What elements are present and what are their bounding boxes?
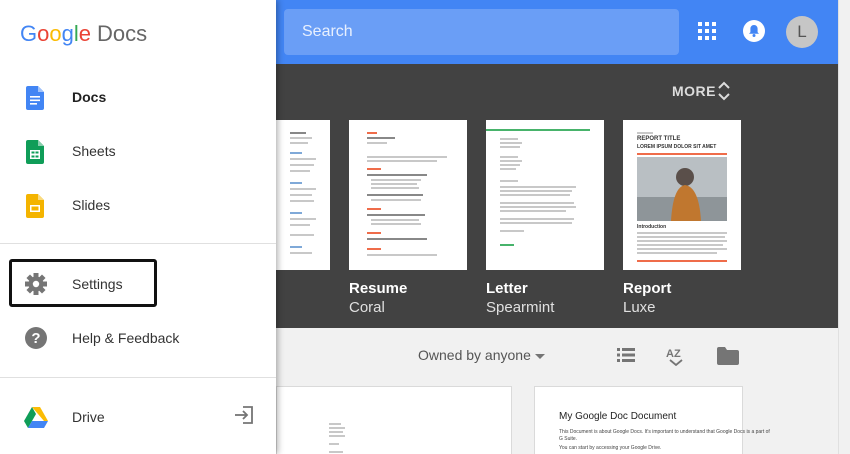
template-name-report[interactable]: Report [623,280,671,297]
sheets-icon [26,140,44,164]
report-section-heading: Introduction [637,224,667,230]
document-text-line: This Document is about Google Docs. It's… [559,429,770,435]
template-style-letter: Spearmint [486,299,555,316]
search-input[interactable]: Search [284,9,679,55]
owner-filter-dropdown[interactable]: Owned by anyone [418,347,531,363]
template-thumbnail-letter[interactable] [486,120,604,270]
report-photo-image [637,157,727,221]
settings-highlight-box [9,259,157,307]
vertical-scrollbar[interactable] [838,0,850,454]
apps-grid-icon[interactable] [698,22,716,40]
avatar[interactable]: L [786,16,818,48]
document-title: My Google Doc Document [559,411,677,422]
template-name-resume[interactable]: Resume [349,280,407,297]
drawer-item-help-feedback[interactable]: ? Help & Feedback [0,314,276,362]
report-subtitle: LOREM IPSUM DOLOR SIT AMET [637,144,717,150]
drawer-item-label: Docs [72,89,107,105]
report-title: REPORT TITLE [637,136,681,142]
dropdown-caret-icon[interactable] [535,354,545,359]
drawer-item-sheets[interactable]: Sheets [0,127,276,175]
open-in-new-icon[interactable] [234,406,254,424]
document-text-line: You can start by accessing your Google D… [559,445,662,451]
drawer-item-slides[interactable]: Slides [0,181,276,229]
drawer-divider [0,377,276,378]
template-thumbnail-resume[interactable] [349,120,467,270]
list-view-icon[interactable] [617,348,635,362]
template-thumbnail-report[interactable]: REPORT TITLE LOREM IPSUM DOLOR SIT AMET … [623,120,741,270]
drive-icon [24,407,48,428]
drawer-divider [0,243,276,244]
sort-az-icon[interactable]: AZ [666,344,686,366]
template-style-report: Luxe [623,299,656,316]
drawer-item-label: Drive [72,409,105,425]
document-thumbnail[interactable] [276,386,512,454]
drawer-item-label: Slides [72,197,111,213]
search-placeholder: Search [302,23,353,40]
folder-icon[interactable] [717,347,739,365]
help-icon: ? [25,327,47,349]
logo-product-name: Docs [97,21,148,46]
docs-icon [26,86,44,110]
more-templates-button[interactable]: MORE [672,83,716,99]
drawer-item-label: Sheets [72,143,116,159]
google-docs-logo[interactable]: Google Docs [20,21,147,47]
sort-az-label: AZ [666,348,681,360]
slides-icon [26,194,44,218]
navigation-drawer: Google Docs Docs Sheets Slides Settings … [0,0,276,454]
template-name-letter[interactable]: Letter [486,280,528,297]
expand-collapse-icon[interactable] [717,80,731,102]
notifications-bell-icon[interactable] [743,20,765,42]
svg-text:?: ? [31,330,40,347]
google-docs-screen: Search L MORE REPORT TITLE LOREM IPSUM D… [0,0,850,454]
drawer-item-docs[interactable]: Docs [0,73,276,121]
document-thumbnail-my-google-doc[interactable]: My Google Doc Document This Document is … [534,386,770,454]
template-style-resume: Coral [349,299,385,316]
document-text-line: G Suite. [559,436,578,442]
drawer-item-label: Help & Feedback [72,330,180,346]
